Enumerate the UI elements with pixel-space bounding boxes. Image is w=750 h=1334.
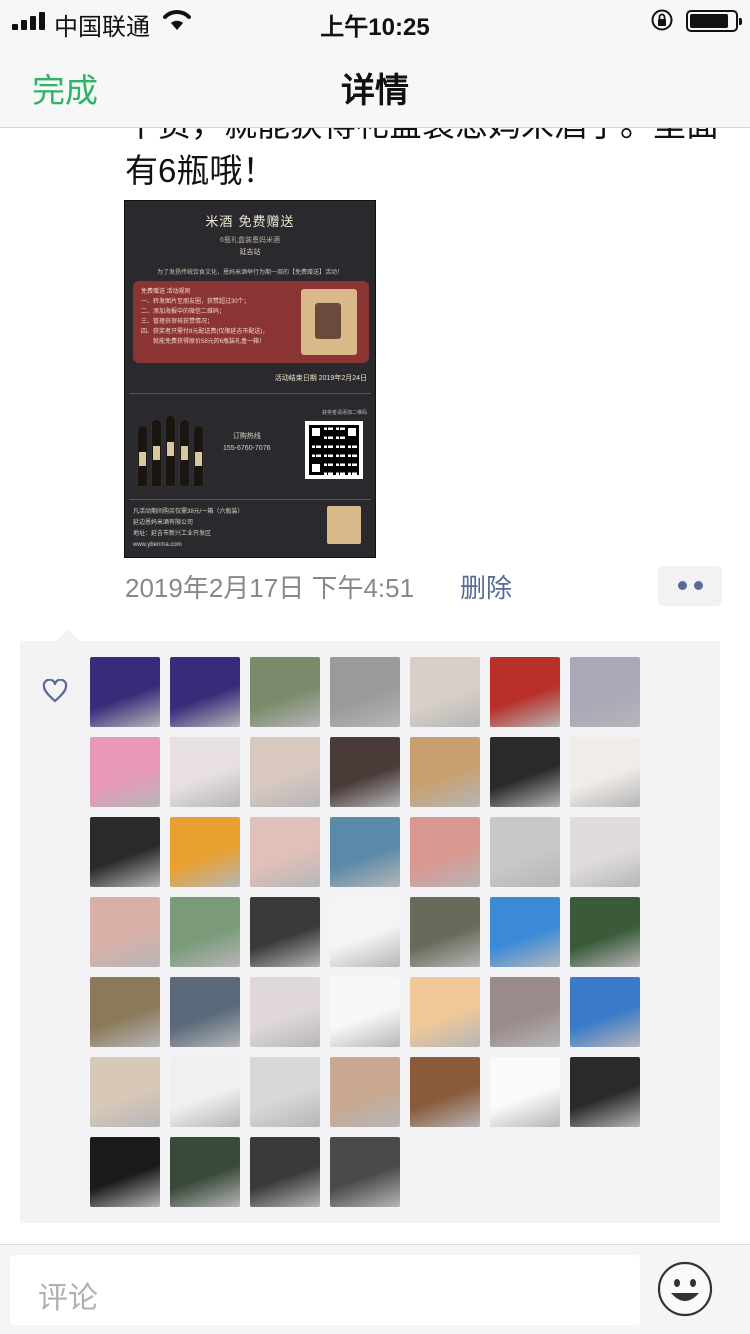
liker-avatar[interactable] xyxy=(570,737,640,807)
liker-avatar[interactable] xyxy=(250,657,320,727)
rotation-lock-icon xyxy=(651,9,673,31)
emoji-icon[interactable] xyxy=(657,1261,713,1317)
liker-avatar[interactable] xyxy=(90,897,160,967)
liker-avatar[interactable] xyxy=(330,817,400,887)
poster-footer: 凡活动期间购买仅需38元/一箱（六瓶装） 延边恩妈米酒有限公司 地址：延吉市新兴… xyxy=(133,509,244,548)
post-timestamp: 2019年2月17日 下午4:51 xyxy=(125,573,415,603)
liker-avatar[interactable] xyxy=(330,657,400,727)
liker-avatar[interactable] xyxy=(410,657,480,727)
liker-avatar[interactable] xyxy=(90,1137,160,1207)
liker-avatar[interactable] xyxy=(330,897,400,967)
delete-link[interactable]: 删除 xyxy=(460,568,512,605)
liker-avatar[interactable] xyxy=(170,1057,240,1127)
poster-subtitle: 6瓶礼盒装恩妈米酒 xyxy=(220,237,280,244)
liker-avatar[interactable] xyxy=(330,737,400,807)
liker-avatar[interactable] xyxy=(250,977,320,1047)
liker-avatar[interactable] xyxy=(490,897,560,967)
product-box-image xyxy=(327,506,361,544)
liker-avatar[interactable] xyxy=(90,657,160,727)
moment-detail: 下资，就能获得礼盒装恩妈米酒了。里面有6瓶哦！ 米酒 免费赠送 6瓶礼盒装恩妈米… xyxy=(0,128,750,1244)
liker-avatar[interactable] xyxy=(170,737,240,807)
liker-avatar[interactable] xyxy=(570,657,640,727)
qr-code xyxy=(305,421,363,479)
more-options-button[interactable] xyxy=(658,566,722,606)
liker-avatar[interactable] xyxy=(170,817,240,887)
liker-avatar[interactable] xyxy=(410,737,480,807)
liker-avatar[interactable] xyxy=(90,977,160,1047)
liker-avatar[interactable] xyxy=(410,1057,480,1127)
heart-icon xyxy=(42,679,68,703)
liker-avatar[interactable] xyxy=(330,977,400,1047)
poster-hotline: 订购热线 155-6760-7076 xyxy=(223,433,271,452)
comment-bar: 评论 xyxy=(0,1244,750,1334)
liker-avatar[interactable] xyxy=(170,897,240,967)
poster-intro: 为了发扬传统饮食文化，恩妈米酒举行为期一周的【免费赠送】活动！ xyxy=(156,270,343,276)
liker-avatar[interactable] xyxy=(250,817,320,887)
liker-avatar[interactable] xyxy=(330,1137,400,1207)
status-time: 上午10:25 xyxy=(320,14,430,41)
liker-avatar[interactable] xyxy=(410,977,480,1047)
liker-avatar[interactable] xyxy=(490,657,560,727)
post-image-poster[interactable]: 米酒 免费赠送 6瓶礼盒装恩妈米酒 延吉站 为了发扬传统饮食文化，恩妈米酒举行为… xyxy=(124,200,376,558)
liker-avatar[interactable] xyxy=(410,817,480,887)
liker-avatar[interactable] xyxy=(490,1057,560,1127)
liker-avatar[interactable] xyxy=(250,1057,320,1127)
page-title: 详情 xyxy=(341,72,409,110)
liker-avatar[interactable] xyxy=(490,977,560,1047)
liker-avatar[interactable] xyxy=(90,1057,160,1127)
wine-bottles-image xyxy=(135,409,205,487)
poster-rules: 免费赠送 活动规则 一、转发图片至朋友圈，获赞超过30个； 二、添加海报中的微信… xyxy=(141,289,269,345)
liker-avatar[interactable] xyxy=(330,1057,400,1127)
liker-avatar[interactable] xyxy=(490,817,560,887)
liker-avatar[interactable] xyxy=(410,897,480,967)
poster-qr-caption: 获奖者请添加二维码 xyxy=(321,410,367,416)
status-bar: 中国联通 上午10:25 xyxy=(0,0,750,41)
liker-avatar[interactable] xyxy=(570,977,640,1047)
battery-icon xyxy=(686,10,742,32)
liker-avatar[interactable] xyxy=(250,1137,320,1207)
liker-avatar[interactable] xyxy=(570,897,640,967)
liker-avatar[interactable] xyxy=(90,817,160,887)
liker-avatar[interactable] xyxy=(490,737,560,807)
poster-rules-box: 免费赠送 活动规则 一、转发图片至朋友圈，获赞超过30个； 二、添加海报中的微信… xyxy=(133,281,369,363)
liker-avatar[interactable] xyxy=(250,737,320,807)
gift-box-image xyxy=(301,289,357,355)
liker-avatar[interactable] xyxy=(90,737,160,807)
liker-avatar[interactable] xyxy=(170,657,240,727)
liker-avatar[interactable] xyxy=(170,977,240,1047)
poster-end-date: 活动结束日期 2019年2月24日 xyxy=(274,375,367,382)
liker-avatar[interactable] xyxy=(250,897,320,967)
poster-title: 米酒 免费赠送 xyxy=(205,215,295,230)
liker-avatar[interactable] xyxy=(170,1137,240,1207)
poster-region: 延吉站 xyxy=(239,249,261,256)
liker-avatar[interactable] xyxy=(570,1057,640,1127)
liker-avatar[interactable] xyxy=(570,817,640,887)
post-text: 下资，就能获得礼盒装恩妈米酒了。里面有6瓶哦！ xyxy=(125,128,719,189)
navigation-bar: 完成 详情 xyxy=(0,40,750,128)
likes-panel xyxy=(20,629,720,1223)
comment-input[interactable]: 评论 xyxy=(10,1255,640,1325)
